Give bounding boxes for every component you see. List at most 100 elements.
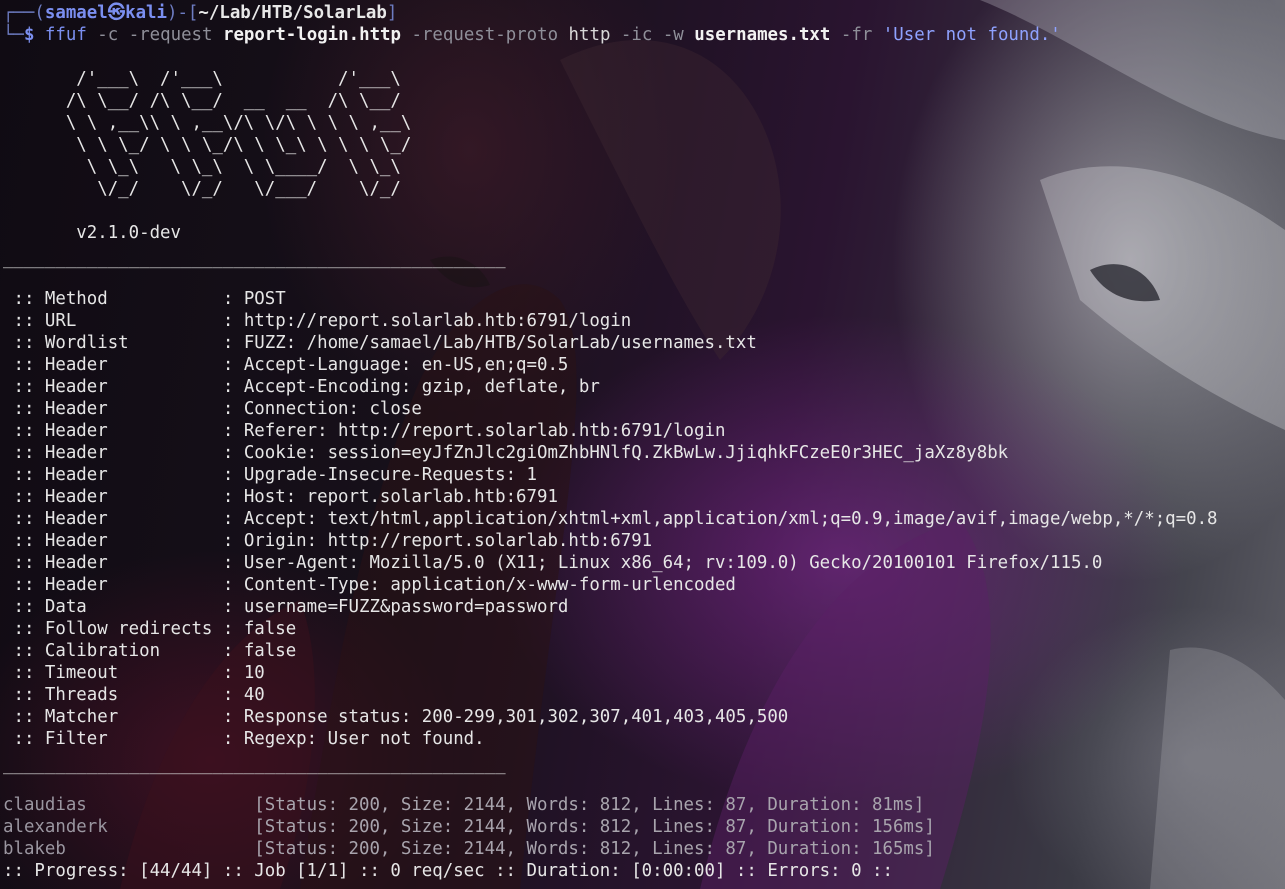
config-value: : Host: report.solarlab.htb:6791 [222,487,558,507]
config-key: :: Calibration [3,641,223,661]
config-key: :: Timeout [3,663,223,683]
config-value: : Accept-Encoding: gzip, deflate, br [222,377,600,397]
separator-bottom: ________________________________________… [3,755,506,775]
config-value: : Response status: 200-299,301,302,307,4… [222,707,789,727]
config-key: :: Header [3,509,223,529]
config-row-header: :: Header : Upgrade-Insecure-Requests: 1 [3,464,537,486]
config-key: :: Header [3,531,223,551]
prompt-box-end: ] [386,3,398,23]
config-key: :: Matcher [3,707,223,727]
config-value: : false [222,619,297,639]
config-key: :: Data [3,597,223,617]
prompt-header: ┌──(samael㉿kali)-[~/Lab/HTB/SolarLab] [3,2,397,24]
config-value: : Origin: http://report.solarlab.htb:679… [222,531,653,551]
command-program: ffuf [44,25,87,45]
config-row-url: :: URL : http://report.solarlab.htb:6791… [3,310,631,332]
config-row-header: :: Header : Connection: close [3,398,422,420]
ffuf-version: v2.1.0-dev [3,223,181,243]
command-filter-string: 'User not found.' [882,25,1061,45]
command-proto: http [568,25,611,45]
command-flag-c: -c [97,25,119,45]
config-row-matcher: :: Matcher : Response status: 200-299,30… [3,706,788,728]
config-value: : Accept-Language: en-US,en;q=0.5 [222,355,569,375]
config-value: : http://report.solarlab.htb:6791/login [222,311,632,331]
config-row-header: :: Header : Host: report.solarlab.htb:67… [3,486,558,508]
config-key: :: Header [3,377,223,397]
config-value: : 10 [222,663,265,683]
config-key: :: Header [3,443,223,463]
config-value: : Connection: close [222,399,422,419]
config-key: :: Header [3,399,223,419]
config-row-threads: :: Threads : 40 [3,684,265,706]
prompt-dollar: $ [23,25,35,45]
config-value: : 40 [222,685,265,705]
config-value: : false [222,641,297,661]
ffuf-banner-line: \/_/ \/_/ \/___/ \/_/ [3,179,401,199]
config-key: :: Wordlist [3,333,223,353]
config-row-header: :: Header : Accept-Encoding: gzip, defla… [3,376,600,398]
config-value: : Cookie: session=eyJfZnJlc2giOmZhbHNlfQ… [222,443,1009,463]
command-flag-ic: -ic [620,25,653,45]
prompt-box-top: ┌──( [3,3,45,23]
separator-top: ________________________________________… [3,249,506,269]
config-row-follow-redirects: :: Follow redirects : false [3,618,296,640]
config-row-wordlist: :: Wordlist : FUZZ: /home/samael/Lab/HTB… [3,332,756,354]
config-key: :: Method [3,289,223,309]
result-username: alexanderk [3,817,255,837]
config-key: :: Follow redirects [3,619,223,639]
ffuf-banner-line: /\ \__/ /\ \__/ __ __ /\ \__/ [3,91,401,111]
config-row-header: :: Header : Cookie: session=eyJfZnJlc2gi… [3,442,1008,464]
command-flag-proto: -request-proto [411,25,559,45]
progress-status-line: :: Progress: [44/44] :: Job [1/1] :: 0 r… [3,861,893,881]
config-value: : Referer: http://report.solarlab.htb:67… [222,421,726,441]
result-info: [Status: 200, Size: 2144, Words: 812, Li… [254,817,935,837]
prompt-user-host: samael㉿kali [44,3,167,23]
result-info: [Status: 200, Size: 2144, Words: 812, Li… [254,839,935,859]
config-row-filter: :: Filter : Regexp: User not found. [3,728,485,750]
result-row: blakeb [Status: 200, Size: 2144, Words: … [3,838,935,860]
config-key: :: Header [3,465,223,485]
config-value: : User-Agent: Mozilla/5.0 (X11; Linux x8… [222,553,1103,573]
config-value: : Accept: text/html,application/xhtml+xm… [222,509,1218,529]
config-row-header: :: Header : Referer: http://report.solar… [3,420,725,442]
config-row-data: :: Data : username=FUZZ&password=passwor… [3,596,568,618]
command-flag-fr: -fr [840,25,873,45]
prompt-box-mid: )-[ [166,3,199,23]
config-row-timeout: :: Timeout : 10 [3,662,265,684]
command-flag-request: -request [128,25,213,45]
config-row-calibration: :: Calibration : false [3,640,296,662]
command-flag-w: -w [662,25,684,45]
ffuf-banner-line: \ \ \_/ \ \ \_/\ \ \_\ \ \ \ \_/ [3,135,412,155]
config-key: :: Filter [3,729,223,749]
config-value: : Regexp: User not found. [222,729,485,749]
config-key: :: Header [3,487,223,507]
config-key: :: URL [3,311,223,331]
ffuf-banner-line: /'___\ /'___\ /'___\ [3,69,401,89]
config-value: : username=FUZZ&password=password [222,597,569,617]
result-username: blakeb [3,839,255,859]
ffuf-banner-line: \ \_\ \ \_\ \ \____/ \ \_\ [3,157,401,177]
config-row-header: :: Header : User-Agent: Mozilla/5.0 (X11… [3,552,1102,574]
config-row-method: :: Method : POST [3,288,286,310]
config-key: :: Header [3,553,223,573]
config-value: : POST [222,289,286,309]
config-row-header: :: Header : Content-Type: application/x-… [3,574,736,596]
terminal-window[interactable]: ┌──(samael㉿kali)-[~/Lab/HTB/SolarLab] └─… [0,0,1285,889]
command-request-file: report-login.http [222,25,401,45]
config-key: :: Header [3,355,223,375]
result-row: claudias [Status: 200, Size: 2144, Words… [3,794,924,816]
config-key: :: Threads [3,685,223,705]
command-wordlist: usernames.txt [694,25,831,45]
prompt-box-bottom: └─ [3,25,24,45]
result-username: claudias [3,795,255,815]
command-line[interactable]: └─$ ffuf -c -request report-login.http -… [3,24,1061,46]
config-key: :: Header [3,575,223,595]
config-row-header: :: Header : Accept-Language: en-US,en;q=… [3,354,568,376]
config-row-header: :: Header : Origin: http://report.solarl… [3,530,652,552]
result-row: alexanderk [Status: 200, Size: 2144, Wor… [3,816,935,838]
config-value: : Content-Type: application/x-www-form-u… [222,575,736,595]
prompt-cwd: ~/Lab/HTB/SolarLab [198,3,387,23]
ffuf-banner-line: \ \ ,__\\ \ ,__\/\ \/\ \ \ \ ,__\ [3,113,412,133]
config-value: : Upgrade-Insecure-Requests: 1 [222,465,537,485]
config-key: :: Header [3,421,223,441]
